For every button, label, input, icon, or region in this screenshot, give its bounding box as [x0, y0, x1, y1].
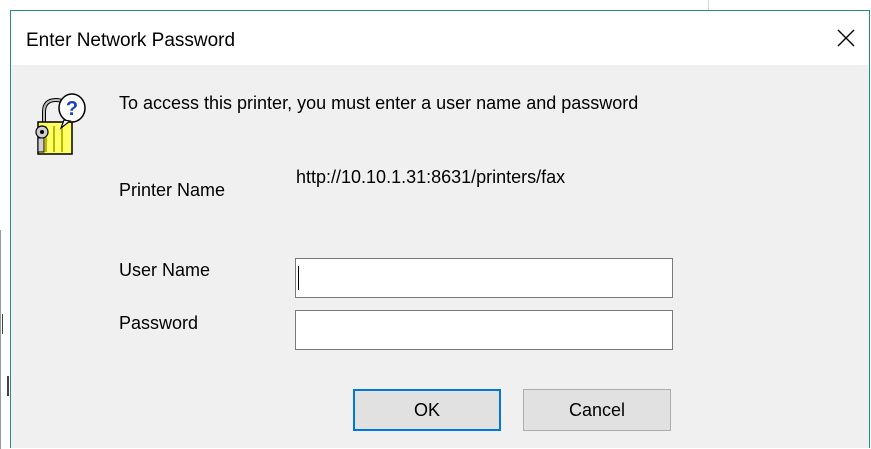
ok-button[interactable]: OK — [353, 389, 501, 431]
password-input[interactable] — [295, 310, 673, 350]
background-glyph — [7, 376, 9, 396]
background-glyph — [2, 314, 9, 334]
lock-question-icon: ? — [35, 93, 86, 155]
printer-name-label: Printer Name — [119, 180, 226, 200]
password-label: Password — [119, 313, 199, 333]
close-icon — [837, 29, 855, 47]
close-button[interactable] — [823, 11, 869, 65]
cancel-button[interactable]: Cancel — [523, 389, 671, 431]
dialog-title: Enter Network Password — [26, 30, 236, 51]
title-bar: Enter Network Password — [11, 11, 869, 65]
instruction-message: To access this printer, you must enter a… — [119, 93, 639, 113]
network-password-dialog: Enter Network Password ? To access this … — [10, 10, 870, 448]
user-name-label: User Name — [119, 260, 211, 280]
printer-name-value: http://10.10.1.31:8631/printers/fax — [296, 167, 566, 187]
background-edge — [0, 230, 1, 449]
text-caret — [298, 266, 299, 290]
user-name-input[interactable] — [295, 258, 673, 298]
svg-text:?: ? — [66, 98, 78, 120]
